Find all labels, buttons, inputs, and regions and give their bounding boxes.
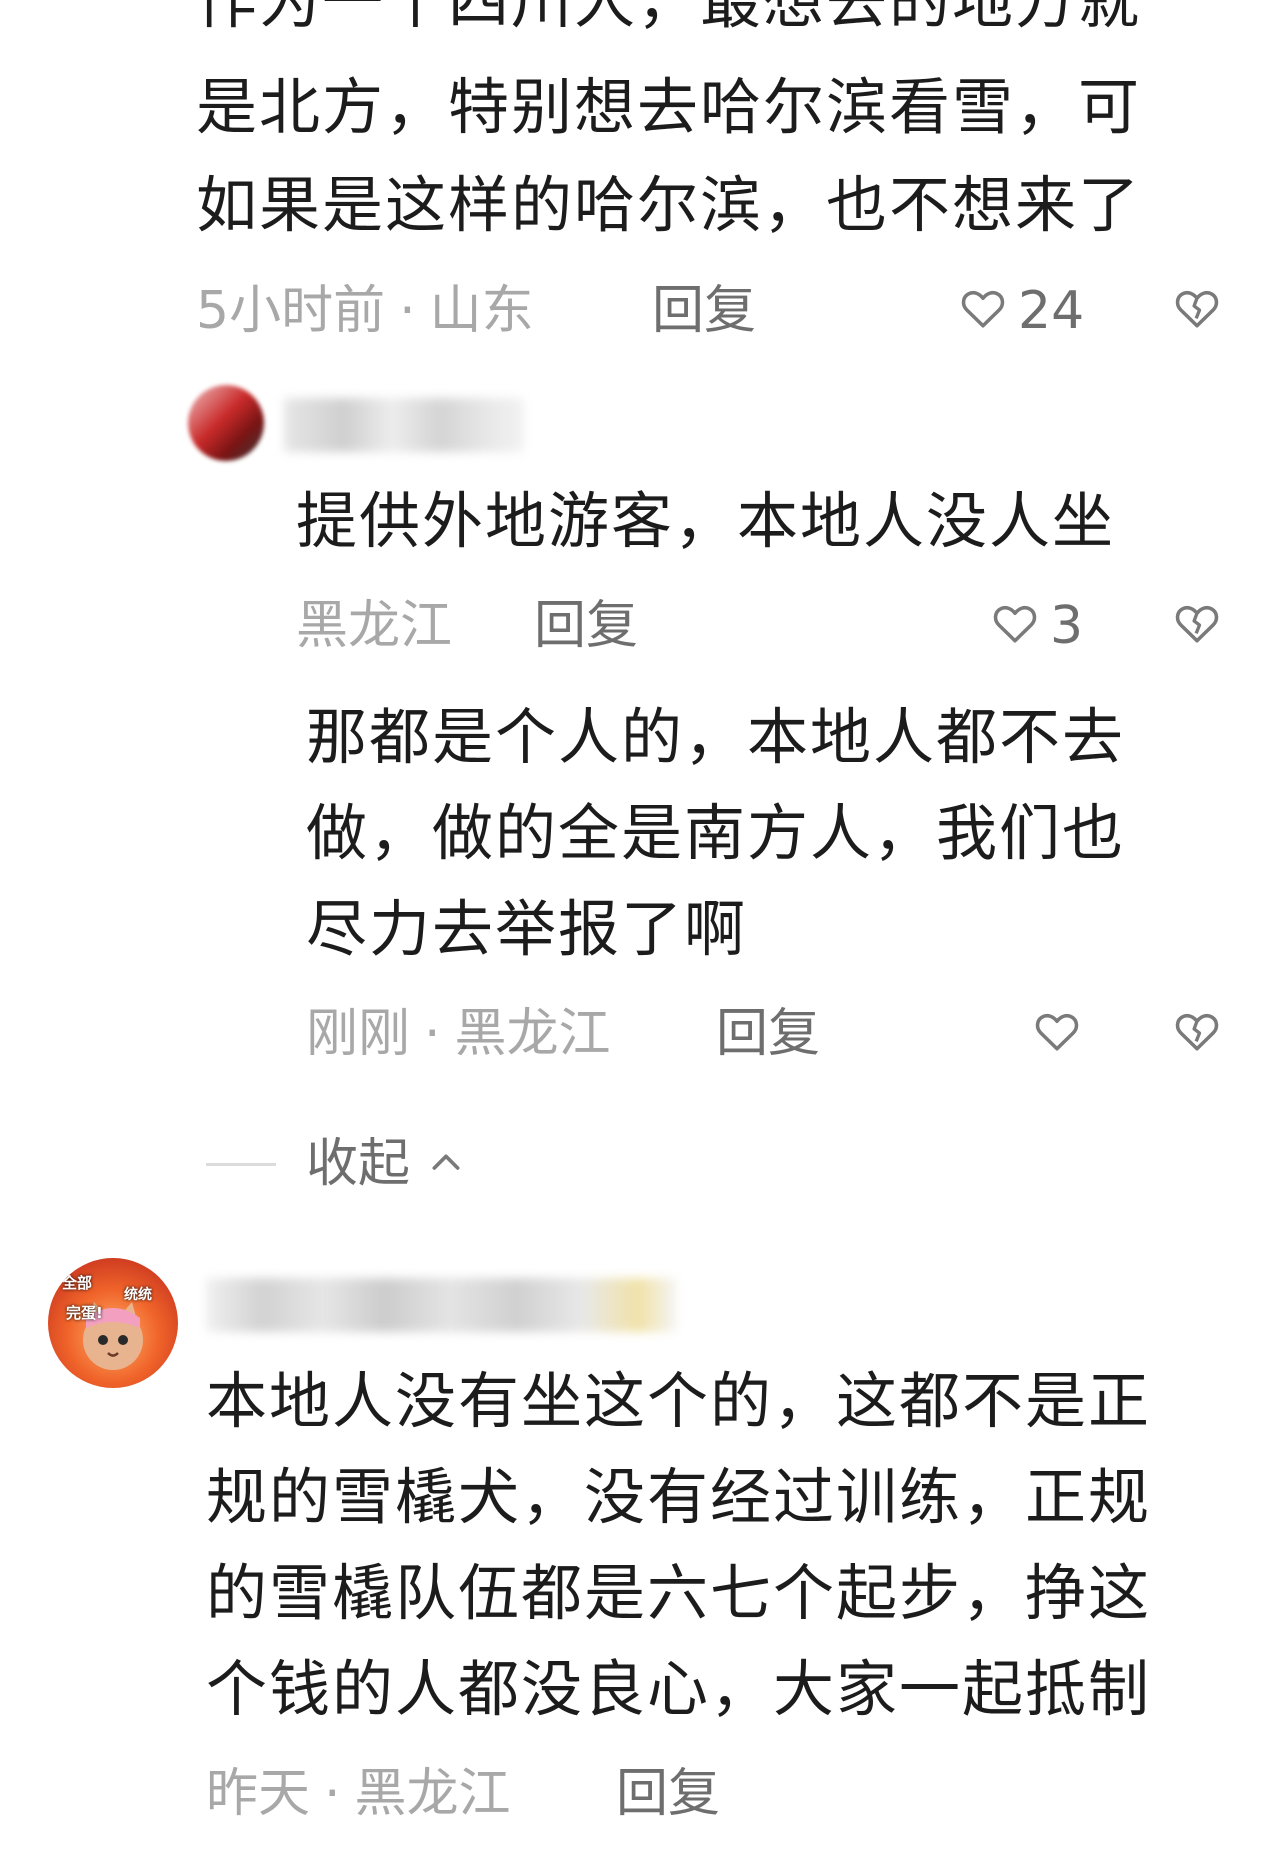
heart-outline-icon[interactable] [1032, 1006, 1082, 1056]
comment-time: 刚刚 [306, 1004, 411, 1064]
comment-location: 黑龙江 [354, 1764, 511, 1824]
comment-text-line: 是北方，特别想去哈尔滨看雪，可 [196, 72, 1142, 143]
username-blurred[interactable] [284, 398, 524, 452]
comment-text-line: 作为一个四川人，最想去的地方就 [196, 0, 1142, 37]
comment-location: 黑龙江 [296, 596, 453, 656]
reply-button[interactable]: 回复 [534, 596, 638, 656]
reply-button[interactable]: 回复 [716, 1004, 820, 1064]
chevron-up-icon[interactable] [426, 1143, 466, 1183]
comment-location: 黑龙江 [454, 1004, 611, 1064]
sticker-text: 全部 [62, 1274, 93, 1292]
comment-text-line: 如果是这样的哈尔滨，也不想来了 [196, 170, 1142, 241]
collapse-label[interactable]: 收起 [306, 1134, 410, 1194]
like-count: 3 [1050, 596, 1084, 656]
comment-text-line: 提供外地游客，本地人没人坐 [296, 486, 1116, 557]
broken-heart-icon[interactable] [1172, 283, 1222, 333]
broken-heart-icon[interactable] [1172, 598, 1222, 648]
divider [206, 1163, 276, 1166]
meta-separator: · [424, 1004, 441, 1064]
comment-text-line: 那都是个人的，本地人都不去 [306, 702, 1126, 773]
comment-text-line: 本地人没有坐这个的，这都不是正 [206, 1366, 1152, 1437]
comment-text-line: 的雪橇队伍都是六七个起步，挣这 [206, 1558, 1152, 1629]
broken-heart-icon[interactable] [1172, 1006, 1222, 1056]
meta-separator: · [324, 1764, 341, 1824]
comment-text-line: 规的雪橇犬，没有经过训练，正规 [206, 1462, 1152, 1533]
reply-button[interactable]: 回复 [616, 1764, 720, 1824]
comment-time: 5小时前 [196, 281, 386, 341]
comment-location: 山东 [429, 281, 534, 341]
username-blurred[interactable] [206, 1278, 676, 1332]
comment-text-line: 做，做的全是南方人，我们也 [306, 798, 1126, 869]
comment-meta: 5小时前 · 山东 [196, 281, 534, 341]
comment-time: 昨天 [206, 1764, 311, 1824]
heart-outline-icon[interactable] [958, 283, 1008, 333]
like-count: 24 [1018, 281, 1085, 341]
reply-button[interactable]: 回复 [652, 281, 756, 341]
avatar[interactable] [188, 385, 264, 461]
sticker-text: 完蛋! [66, 1304, 103, 1322]
comment-meta: 刚刚 · 黑龙江 [306, 1004, 611, 1064]
heart-outline-icon[interactable] [990, 598, 1040, 648]
avatar[interactable]: 全部 统统 完蛋! [48, 1258, 178, 1388]
comment-text-line: 个钱的人都没良心，大家一起抵制 [206, 1654, 1152, 1725]
sticker-text: 统统 [124, 1287, 152, 1303]
comment-text-line: 尽力去举报了啊 [306, 894, 748, 965]
meta-separator: · [399, 281, 416, 341]
comment-meta: 昨天 · 黑龙江 [206, 1764, 511, 1824]
